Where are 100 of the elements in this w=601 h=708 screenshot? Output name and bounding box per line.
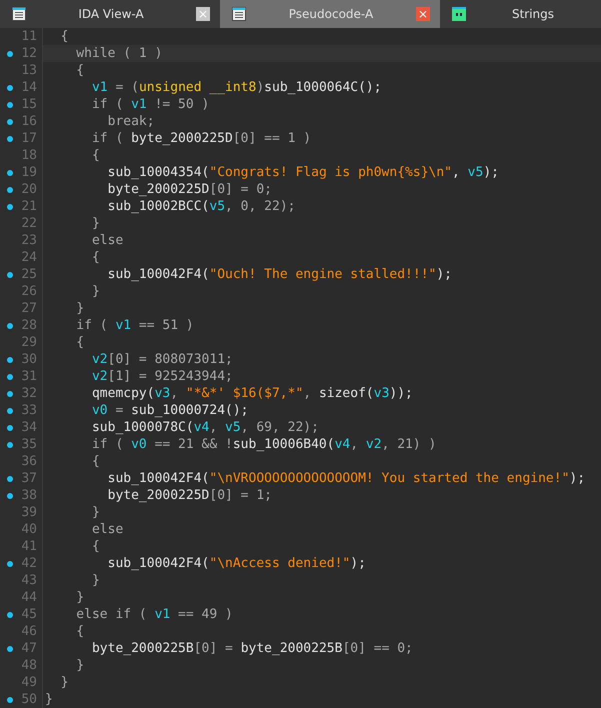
line-number: 11 (21, 29, 37, 44)
code-line: if ( byte_2000225D[0] == 1 ) (90, 131, 312, 146)
breakpoint-dot[interactable] (7, 170, 13, 176)
line-number: 14 (21, 80, 37, 95)
code-line: while ( 1 ) (75, 46, 162, 61)
window-icon (232, 7, 246, 21)
tab[interactable]: IDA View-A × (0, 0, 220, 28)
close-button[interactable]: × (416, 7, 430, 21)
code-line: { (90, 250, 100, 265)
tab[interactable]: Pseudocode-A × (220, 0, 440, 28)
strings-icon (452, 7, 466, 21)
tab-title: Pseudocode-A (288, 7, 374, 21)
code-line: sub_1000078C(v4, v5, 69, 22); (90, 420, 319, 435)
line-number: 17 (21, 131, 37, 146)
code-line: byte_2000225B[0] = byte_2000225B[0] == 0; (90, 641, 413, 656)
breakpoint-dot[interactable] (7, 186, 13, 192)
breakpoint-dot[interactable] (7, 390, 13, 396)
code-line: } (60, 675, 68, 690)
code-line: { (75, 335, 84, 350)
line-number: 40 (21, 522, 37, 537)
line-number: 21 (21, 199, 37, 214)
line-number: 49 (21, 675, 37, 690)
code-line: } (90, 284, 100, 299)
line-number: 47 (21, 641, 37, 656)
breakpoint-dot[interactable] (7, 272, 13, 278)
code-line: break; (106, 114, 155, 129)
code-line: else (90, 233, 124, 248)
breakpoint-dot[interactable] (7, 322, 13, 328)
breakpoint-dot[interactable] (7, 204, 13, 210)
line-number: 26 (21, 284, 37, 299)
line-number: 42 (21, 556, 37, 571)
line-number: 34 (21, 420, 37, 435)
breakpoint-dot[interactable] (7, 646, 13, 652)
line-number: 41 (21, 539, 37, 554)
breakpoint-dot[interactable] (7, 118, 13, 124)
code-line: else if ( v1 == 49 ) (75, 607, 233, 622)
breakpoint-dot[interactable] (7, 84, 13, 90)
code-line: } (90, 216, 100, 231)
code-line: if ( v0 == 21 && !sub_10006B40(v4, v2, 21) ) (90, 437, 436, 452)
tab-title: Strings (510, 7, 556, 21)
line-number: 43 (21, 573, 37, 588)
breakpoint-dot[interactable] (7, 136, 13, 142)
line-number: 30 (21, 352, 37, 367)
line-number: 12 (21, 46, 37, 61)
line-number: 38 (21, 488, 37, 503)
code-line: if ( v1 != 50 ) (90, 97, 210, 112)
code-line: { (90, 539, 100, 554)
line-number: 46 (21, 624, 37, 639)
code-line: v0 = sub_10000724(); (90, 403, 249, 418)
line-number: 37 (21, 471, 37, 486)
line-number: 19 (21, 165, 37, 180)
code-line: } (75, 590, 84, 605)
line-number: 20 (21, 182, 37, 197)
line-number: 16 (21, 114, 37, 129)
breakpoint-dot[interactable] (7, 492, 13, 498)
line-number: 29 (21, 335, 37, 350)
breakpoint-dot[interactable] (7, 374, 13, 380)
line-number: 24 (21, 250, 37, 265)
breakpoint-dot[interactable] (7, 408, 13, 414)
code-line: byte_2000225D[0] = 1; (106, 488, 272, 503)
line-number: 27 (21, 301, 37, 316)
code-line: else (90, 522, 124, 537)
breakpoint-dot[interactable] (7, 356, 13, 362)
code-line: v2[0] = 808073011; (90, 352, 233, 367)
code-line: v2[1] = 925243944; (90, 369, 233, 384)
tab[interactable]: Strings (440, 0, 601, 28)
line-number: 23 (21, 233, 37, 248)
code-line: { (90, 454, 100, 469)
code-line: { (75, 63, 84, 78)
code-line: sub_10004354("Congrats! Flag is ph0wn{%s}\n", v5); (106, 165, 499, 180)
breakpoint-dot[interactable] (7, 612, 13, 618)
breakpoint-dot[interactable] (7, 696, 13, 702)
breakpoint-dot[interactable] (7, 424, 13, 430)
line-number: 45 (21, 607, 37, 622)
code-line: { (60, 29, 68, 44)
breakpoint-dot[interactable] (7, 560, 13, 566)
code-line: byte_2000225D[0] = 0; (106, 182, 272, 197)
code-line: sub_10002BCC(v5, 0, 22); (106, 199, 296, 214)
code-line: if ( v1 == 51 ) (75, 318, 194, 333)
line-number: 33 (21, 403, 37, 418)
line-number: 15 (21, 97, 37, 112)
line-number: 44 (21, 590, 37, 605)
breakpoint-dot[interactable] (7, 50, 13, 56)
line-number: 35 (21, 437, 37, 452)
line-number: 25 (21, 267, 37, 282)
breakpoint-dot[interactable] (7, 476, 13, 482)
line-number: 31 (21, 369, 37, 384)
line-number: 36 (21, 454, 37, 469)
line-number: 28 (21, 318, 37, 333)
code-line: { (90, 148, 100, 163)
code-line: } (44, 692, 53, 707)
line-number: 50 (21, 692, 37, 707)
window-icon (12, 7, 26, 21)
breakpoint-dot[interactable] (7, 102, 13, 108)
line-number: 32 (21, 386, 37, 401)
breakpoint-dot[interactable] (7, 442, 13, 448)
line-number: 18 (21, 148, 37, 163)
line-number: 13 (21, 63, 37, 78)
code-line: qmemcpy(v3, "*&*' $16($7,*", sizeof(v3)); (90, 386, 413, 401)
code-line: } (75, 301, 84, 316)
